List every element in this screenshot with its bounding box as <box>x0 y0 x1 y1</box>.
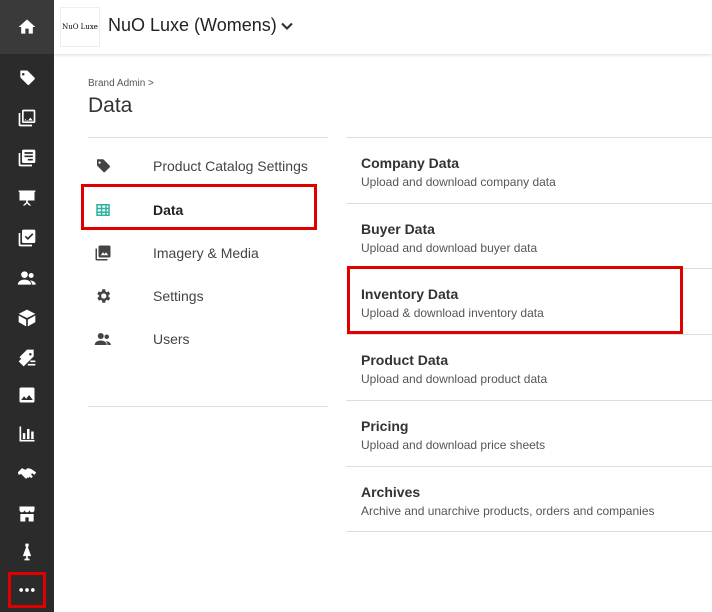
rail-analytics-button[interactable] <box>0 414 54 454</box>
rail-dress-form-button[interactable] <box>0 532 54 572</box>
catalog-icon <box>18 149 36 167</box>
more-icon <box>19 588 35 592</box>
section-pricing[interactable]: Pricing Upload and download price sheets <box>346 400 712 466</box>
tag-icon <box>20 70 35 86</box>
more-button[interactable] <box>8 572 46 608</box>
gear-icon <box>92 285 114 307</box>
nav-item-label: Product Catalog Settings <box>153 158 308 174</box>
users-icon <box>17 271 36 285</box>
checklist-icon <box>18 229 36 247</box>
rail-images-button[interactable] <box>0 98 54 138</box>
nav-divider <box>88 137 328 138</box>
rail-presentation-button[interactable] <box>0 178 54 218</box>
nav-item-product-catalog-settings[interactable]: Product Catalog Settings <box>88 147 328 185</box>
top-header: NuO Luxe NuO Luxe (Womens) <box>54 0 712 54</box>
tags-discount-icon <box>18 349 36 367</box>
brand-switcher-label[interactable]: NuO Luxe (Womens) <box>108 15 277 36</box>
section-title: Company Data <box>361 155 460 171</box>
rail-storefront-button[interactable] <box>0 494 54 534</box>
page-title: Data <box>88 94 133 117</box>
presentation-icon <box>18 190 36 206</box>
rail-box-button[interactable] <box>0 298 54 338</box>
rail-tags-button[interactable] <box>0 58 54 98</box>
section-description: Upload and download buyer data <box>361 241 538 255</box>
brand-logo[interactable]: NuO Luxe <box>60 7 100 47</box>
section-company-data[interactable]: Company Data Upload and download company… <box>346 137 712 203</box>
nav-item-label: Settings <box>153 288 204 304</box>
rail-partners-button[interactable] <box>0 454 54 494</box>
section-title: Buyer Data <box>361 221 435 237</box>
rail-catalog-button[interactable] <box>0 138 54 178</box>
section-title: Pricing <box>361 418 409 434</box>
chevron-down-icon[interactable] <box>280 19 294 33</box>
rail-gallery-button[interactable] <box>0 375 54 415</box>
dress-form-icon <box>22 543 32 561</box>
gallery-icon <box>19 387 35 403</box>
users-icon <box>92 328 114 350</box>
home-icon <box>18 19 36 34</box>
rail-checklist-button[interactable] <box>0 218 54 258</box>
home-button[interactable] <box>0 0 54 54</box>
section-buyer-data[interactable]: Buyer Data Upload and download buyer dat… <box>346 203 712 269</box>
section-product-data[interactable]: Product Data Upload and download product… <box>346 334 712 400</box>
section-description: Archive and unarchive products, orders a… <box>361 504 655 518</box>
rail-discounts-button[interactable] <box>0 338 54 378</box>
nav-item-label: Imagery & Media <box>153 245 259 261</box>
icon-rail <box>0 0 54 612</box>
section-description: Upload and download product data <box>361 372 548 386</box>
images-icon <box>18 109 36 127</box>
section-title: Product Data <box>361 352 449 368</box>
nav-item-settings[interactable]: Settings <box>88 277 328 315</box>
nav-item-users[interactable]: Users <box>88 320 328 358</box>
section-description: Upload and download price sheets <box>361 438 546 452</box>
section-archives[interactable]: Archives Archive and unarchive products,… <box>346 466 712 532</box>
section-description: Upload and download company data <box>361 175 556 189</box>
section-title: Archives <box>361 484 421 500</box>
rail-users-button[interactable] <box>0 258 54 298</box>
box-icon <box>18 309 36 327</box>
breadcrumb[interactable]: Brand Admin > <box>88 78 154 89</box>
image-icon <box>92 242 114 264</box>
storefront-icon <box>19 506 35 522</box>
highlight-box <box>347 266 683 334</box>
nav-divider <box>88 406 328 407</box>
handshake-icon <box>17 468 37 479</box>
highlight-box <box>81 184 317 230</box>
tag-icon <box>92 155 114 177</box>
nav-item-imagery-media[interactable]: Imagery & Media <box>88 234 328 272</box>
bar-chart-icon <box>19 426 35 442</box>
nav-item-label: Users <box>153 331 190 347</box>
